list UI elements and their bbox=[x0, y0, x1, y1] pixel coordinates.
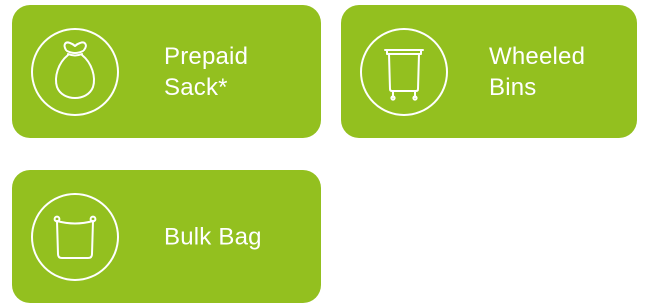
option-wheeled-bins[interactable]: Wheeled Bins bbox=[341, 5, 637, 138]
option-label: Prepaid Sack* bbox=[164, 41, 248, 103]
wheeled-bin-icon bbox=[359, 27, 449, 117]
option-label-line: Sack* bbox=[164, 73, 228, 101]
option-label: Wheeled Bins bbox=[489, 41, 585, 103]
option-label-line: Bulk Bag bbox=[164, 223, 262, 250]
option-bulk-bag[interactable]: Bulk Bag bbox=[12, 170, 321, 303]
option-label-line: Prepaid bbox=[164, 42, 249, 70]
option-label: Bulk Bag bbox=[164, 221, 262, 252]
bulk-bag-icon bbox=[30, 192, 120, 282]
option-label-line: Wheeled bbox=[489, 42, 586, 70]
sack-icon bbox=[30, 27, 120, 117]
option-label-line: Bins bbox=[489, 73, 537, 101]
option-prepaid-sack[interactable]: Prepaid Sack* bbox=[12, 5, 321, 138]
